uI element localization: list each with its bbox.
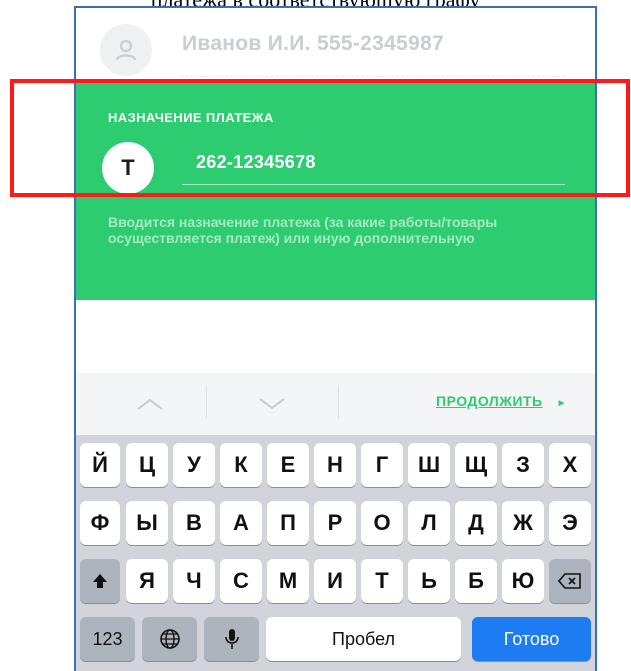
play-arrow-icon: ► <box>556 398 567 409</box>
globe-icon <box>159 629 180 649</box>
key-ю[interactable]: Ю <box>502 559 544 603</box>
key-м[interactable]: М <box>267 559 309 603</box>
key-у[interactable]: У <box>173 443 215 487</box>
key-ч[interactable]: Ч <box>173 559 215 603</box>
backspace-icon <box>558 573 581 589</box>
key-е[interactable]: Е <box>267 443 309 487</box>
key-ь[interactable]: Ь <box>408 559 450 603</box>
highlight-box <box>10 79 630 197</box>
key-в[interactable]: В <box>173 501 215 545</box>
space-key[interactable]: Пробел <box>266 617 461 661</box>
chevron-down-icon <box>259 398 285 410</box>
continue-label: ПРОДОЛЖИТЬ <box>436 393 543 409</box>
next-field-button[interactable] <box>212 373 332 435</box>
contact-name-phone: Иванов И.И. 555-2345987 <box>182 32 445 55</box>
key-с[interactable]: С <box>220 559 262 603</box>
numbers-key[interactable]: 123 <box>80 617 135 661</box>
key-ф[interactable]: Ф <box>80 501 120 545</box>
microphone-icon <box>224 629 239 649</box>
key-э[interactable]: Э <box>549 501 591 545</box>
user-icon <box>100 24 152 76</box>
key-а[interactable]: А <box>220 501 262 545</box>
key-ж[interactable]: Ж <box>502 501 544 545</box>
key-р[interactable]: Р <box>314 501 356 545</box>
key-г[interactable]: Г <box>361 443 403 487</box>
previous-field-button[interactable] <box>90 373 210 435</box>
field-hint: Вводится назначение платежа (за какие ра… <box>108 214 498 246</box>
key-я[interactable]: Я <box>126 559 168 603</box>
key-ц[interactable]: Ц <box>126 443 168 487</box>
key-д[interactable]: Д <box>455 501 497 545</box>
toolbar-divider <box>206 385 207 419</box>
contact-underline <box>180 76 565 77</box>
key-и[interactable]: И <box>314 559 356 603</box>
key-л[interactable]: Л <box>408 501 450 545</box>
continue-button[interactable]: ПРОДОЛЖИТЬ ► <box>436 393 567 409</box>
key-о[interactable]: О <box>361 501 403 545</box>
done-key[interactable]: Готово <box>472 617 591 661</box>
key-х[interactable]: Х <box>549 443 591 487</box>
dictation-key[interactable] <box>204 617 259 661</box>
key-ы[interactable]: Ы <box>126 501 168 545</box>
keyboard-toolbar: ПРОДОЛЖИТЬ ► <box>76 373 595 435</box>
shift-arrow-icon <box>93 574 107 588</box>
key-й[interactable]: Й <box>80 443 120 487</box>
backspace-key[interactable] <box>549 559 591 603</box>
key-б[interactable]: Б <box>455 559 497 603</box>
key-н[interactable]: Н <box>314 443 356 487</box>
toolbar-divider <box>338 385 339 419</box>
key-щ[interactable]: Щ <box>455 443 497 487</box>
language-key[interactable] <box>142 617 197 661</box>
keyboard: Й Ц У К Е Н Г Ш Щ З Х Ф Ы В А П Р О Л Д … <box>76 435 595 671</box>
shift-key[interactable] <box>80 559 120 603</box>
key-ш[interactable]: Ш <box>408 443 450 487</box>
key-к[interactable]: К <box>220 443 262 487</box>
key-п[interactable]: П <box>267 501 309 545</box>
key-т[interactable]: Т <box>361 559 403 603</box>
chevron-up-icon <box>137 398 163 410</box>
contact-row[interactable]: Иванов И.И. 555-2345987 <box>76 8 595 80</box>
key-з[interactable]: З <box>502 443 544 487</box>
